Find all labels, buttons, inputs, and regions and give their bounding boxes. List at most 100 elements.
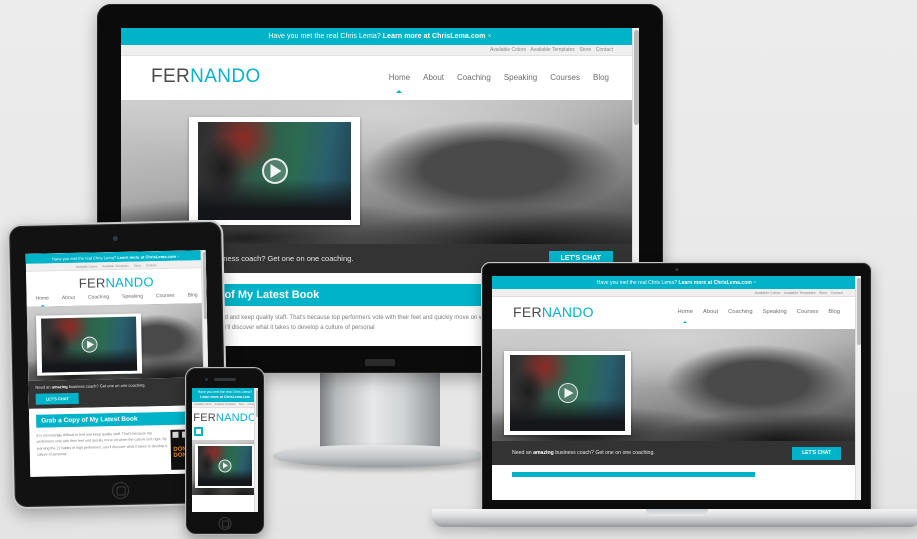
- util-nav-available-colors[interactable]: Available Colors: [76, 264, 98, 268]
- nav-item-coaching[interactable]: Coaching: [88, 294, 109, 300]
- hero-video-thumbnail[interactable]: [35, 313, 143, 376]
- cta-text-bold: amazing: [533, 450, 554, 456]
- site-laptop: Have you met the real Chris Lema? Learn …: [492, 276, 861, 500]
- nav-item-coaching[interactable]: Coaching: [457, 73, 491, 82]
- site-logo[interactable]: FERNANDO: [193, 412, 257, 424]
- cta-bar: Need an amazing business coach? Get one …: [492, 441, 861, 465]
- nav-item-home[interactable]: Home: [389, 73, 410, 93]
- site-logo[interactable]: FERNANDO: [513, 304, 594, 320]
- nav-item-about[interactable]: About: [423, 73, 444, 82]
- main-nav: Home About Coaching Speaking Courses Blo…: [677, 309, 840, 323]
- promo-lead: Have you met the real Chris Lema?: [197, 390, 253, 394]
- nav-item-speaking[interactable]: Speaking: [763, 309, 787, 315]
- site-header: FERNANDO: [192, 407, 258, 427]
- cta-text-post: business coach? Get one on one coaching.: [67, 382, 146, 390]
- promo-banner[interactable]: Have you met the real Chris Lema? Learn …: [121, 28, 639, 45]
- book-section-heading: Grab a Copy of My Latest Book: [36, 411, 203, 428]
- imac-chin-logo: [365, 359, 395, 366]
- device-laptop-macbook: Have you met the real Chris Lema? Learn …: [432, 262, 917, 527]
- hero-video-thumbnail[interactable]: [195, 443, 255, 488]
- promo-link[interactable]: Learn more at ChrisLema.com: [200, 395, 250, 399]
- logo-text-fer: FER: [193, 411, 216, 424]
- util-nav-available-templates[interactable]: Available Templates: [215, 403, 236, 406]
- promo-link[interactable]: Learn more at ChrisLema.com: [117, 253, 176, 259]
- cta-bar: Need an amazing business coach? Get one …: [28, 377, 209, 409]
- lets-chat-button[interactable]: LET'S CHAT: [792, 446, 841, 460]
- nav-item-home[interactable]: Home: [36, 295, 49, 307]
- play-icon[interactable]: [218, 459, 232, 473]
- phone-screen: Have you met the real Chris Lema? Learn …: [192, 388, 258, 512]
- laptop-screen: Have you met the real Chris Lema? Learn …: [492, 276, 861, 500]
- site-logo[interactable]: FERNANDO: [151, 66, 261, 88]
- cta-text-bold: amazing: [51, 384, 68, 390]
- cta-text-post: business coach? Get one on one coaching.: [207, 254, 354, 263]
- nav-item-about[interactable]: About: [62, 295, 75, 301]
- site-header: FERNANDO Home About Coaching Speaking Co…: [121, 56, 639, 100]
- site-tablet: Have you met the real Chris Lema? Learn …: [25, 250, 211, 477]
- nav-item-about[interactable]: About: [703, 309, 718, 315]
- promo-close-icon[interactable]: ×: [487, 33, 491, 40]
- promo-lead: Have you met the real Chris Lema?: [596, 279, 678, 286]
- util-nav-available-templates[interactable]: Available Templates: [102, 263, 129, 268]
- util-nav-contact[interactable]: Contact: [596, 47, 613, 53]
- lets-chat-button[interactable]: LET'S CHAT: [35, 392, 79, 405]
- nav-item-home[interactable]: Home: [677, 309, 693, 323]
- promo-banner[interactable]: Have you met the real Chris Lema? Learn …: [192, 388, 258, 402]
- cta-text: Need an amazing business coach? Get one …: [512, 450, 655, 456]
- nav-item-blog[interactable]: Blog: [593, 73, 609, 82]
- book-section-body: It is increasingly difficult to find and…: [36, 429, 204, 472]
- nav-item-courses[interactable]: Courses: [550, 73, 580, 82]
- util-nav-available-colors[interactable]: Available Colors: [490, 47, 526, 53]
- hamburger-icon[interactable]: [194, 426, 203, 436]
- util-nav-contact[interactable]: Contact: [146, 263, 156, 267]
- util-nav-available-colors[interactable]: Available Colors: [194, 403, 211, 406]
- nav-item-speaking[interactable]: Speaking: [122, 293, 143, 299]
- hero-video-thumbnail[interactable]: [189, 117, 360, 225]
- promo-link[interactable]: Learn more at ChrisLema.com: [383, 33, 486, 40]
- util-nav-available-templates[interactable]: Available Templates: [784, 291, 816, 295]
- phone-home-button[interactable]: [218, 517, 232, 530]
- site-logo[interactable]: FERNANDO: [79, 274, 154, 291]
- promo-close-icon[interactable]: ×: [177, 253, 179, 258]
- hamburger-bar: [195, 432, 202, 435]
- util-nav-store[interactable]: Store: [819, 291, 828, 295]
- page-scrollbar-thumb[interactable]: [634, 30, 639, 126]
- nav-item-blog[interactable]: Blog: [188, 292, 198, 298]
- page-scrollbar-thumb[interactable]: [857, 278, 861, 346]
- cta-text: Need an amazing business coach? Get one …: [35, 382, 145, 389]
- mobile-nav-row: [192, 426, 258, 440]
- promo-close-icon[interactable]: ×: [753, 280, 756, 286]
- page-scrollbar[interactable]: [254, 388, 258, 512]
- util-nav-store[interactable]: Store: [579, 47, 591, 53]
- nav-active-caret-icon: [683, 321, 688, 323]
- promo-lead: Have you met the real Chris Lema?: [268, 33, 381, 40]
- laptop-front-camera-icon: [675, 268, 678, 271]
- page-scrollbar[interactable]: [855, 276, 861, 500]
- nav-item-speaking[interactable]: Speaking: [504, 73, 537, 82]
- hero-section: [26, 303, 209, 381]
- play-icon[interactable]: [557, 383, 578, 403]
- nav-item-courses[interactable]: Courses: [797, 309, 819, 315]
- promo-banner[interactable]: Have you met the real Chris Lema? Learn …: [492, 276, 861, 289]
- imac-stand-foot: [273, 445, 487, 467]
- play-icon[interactable]: [261, 158, 288, 184]
- site-phone: Have you met the real Chris Lema? Learn …: [192, 388, 258, 512]
- util-nav-available-colors[interactable]: Available Colors: [755, 291, 781, 295]
- hero-section: [192, 439, 258, 495]
- utility-nav: Available Colors Available Templates Sto…: [492, 289, 861, 297]
- promo-link[interactable]: Learn more at ChrisLema.com: [679, 280, 752, 286]
- util-nav-available-templates[interactable]: Available Templates: [531, 47, 575, 53]
- nav-active-caret-icon: [396, 89, 403, 93]
- util-nav-store[interactable]: Store: [134, 263, 141, 267]
- hero-video-thumbnail[interactable]: [504, 351, 631, 435]
- util-nav-store[interactable]: Store: [239, 403, 245, 406]
- book-paragraph: It is increasingly difficult to find and…: [36, 431, 168, 458]
- logo-text-nando: NANDO: [105, 274, 154, 291]
- logo-text-fer: FER: [78, 275, 106, 291]
- page-scrollbar-thumb[interactable]: [256, 390, 258, 418]
- nav-item-courses[interactable]: Courses: [156, 293, 175, 299]
- util-nav-contact[interactable]: Contact: [831, 291, 843, 295]
- nav-item-blog[interactable]: Blog: [828, 309, 840, 315]
- nav-item-coaching[interactable]: Coaching: [728, 309, 753, 315]
- utility-nav: Available Colors Available Templates Sto…: [121, 45, 639, 56]
